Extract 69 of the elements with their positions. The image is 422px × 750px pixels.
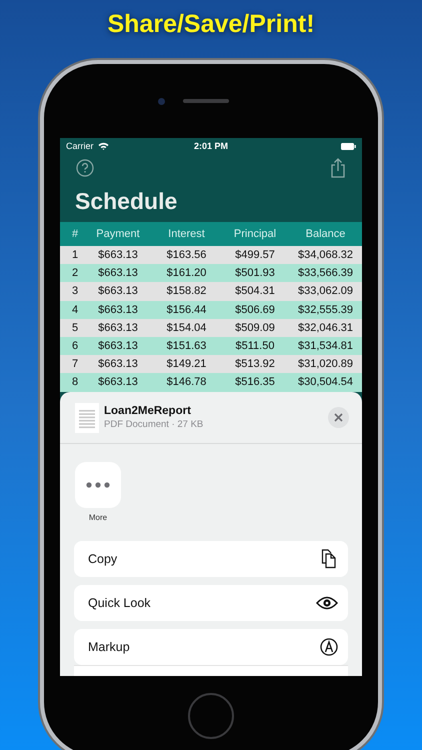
table-cell-text: $31,020.89	[296, 358, 354, 370]
carrier-label: Carrier	[66, 141, 94, 151]
table-cell-text: 4	[71, 304, 80, 316]
more-button[interactable]	[75, 462, 121, 508]
table-cell-text: $663.13	[97, 340, 139, 352]
column-header: Payment	[95, 228, 141, 240]
action-row[interactable]: Quick Look	[74, 585, 348, 621]
table-cell-text: $663.13	[97, 285, 139, 298]
table-cell-text: $663.13	[97, 304, 139, 316]
camera-icon	[158, 98, 164, 104]
copy-icon	[320, 549, 338, 569]
table-cell-text: $158.82	[166, 285, 208, 298]
table-cell-text: $663.13	[97, 358, 139, 370]
table-cell-text: $509.09	[234, 322, 276, 334]
wifi-icon	[98, 142, 109, 150]
ellipsis-icon	[86, 482, 110, 488]
table-cell-text: 3	[71, 285, 80, 298]
document-thumbnail-icon	[75, 402, 99, 432]
table-cell-text: $163.56	[166, 249, 208, 262]
column-header: Balance	[304, 228, 346, 240]
table-cell-text: $146.78	[166, 376, 208, 388]
table-cell-text: $663.13	[97, 267, 139, 280]
table-cell-text: $149.21	[166, 358, 208, 370]
table-cell-text: 2	[71, 267, 80, 280]
table-cell-text: $513.92	[234, 358, 276, 370]
table-cell-text: $663.13	[97, 249, 139, 262]
table-cell-text: $506.69	[234, 304, 276, 316]
battery-icon	[340, 142, 356, 150]
table-cell-text: $663.13	[97, 322, 139, 334]
table-cell-text: 6	[71, 340, 80, 352]
action-row[interactable]: Markup	[74, 629, 348, 665]
speaker-icon	[182, 99, 228, 103]
table-cell-text: $663.13	[97, 376, 139, 388]
eye-icon	[316, 596, 338, 610]
table-cell-text: 7	[71, 358, 80, 370]
close-button[interactable]	[328, 407, 349, 428]
close-icon	[334, 413, 343, 422]
table-cell-text: $33,062.09	[296, 285, 354, 298]
table-cell-text: $501.93	[234, 267, 276, 280]
table-cell-text: $511.50	[234, 340, 276, 352]
table-cell-text: $516.35	[234, 376, 276, 388]
status-time: 2:01 PM	[194, 141, 228, 151]
table-cell-text: 8	[71, 376, 80, 388]
table-cell-text: $151.63	[166, 340, 208, 352]
screen-title: Schedule	[74, 187, 178, 216]
app-label: More	[88, 513, 108, 522]
file-info: PDF Document · 27 KB	[104, 419, 204, 430]
table-cell-text: $32,046.31	[296, 322, 354, 334]
column-header: Interest	[167, 228, 206, 240]
column-header: Principal	[232, 228, 278, 240]
table-cell-text: 5	[71, 322, 80, 334]
markup-icon	[320, 638, 338, 656]
headline: Share/Save/Print!	[107, 9, 315, 40]
table-cell-text: $32,555.39	[296, 304, 354, 316]
table-cell-text: $31,534.81	[296, 340, 354, 352]
table-cell-text: $161.20	[166, 267, 208, 280]
table-cell-text: $33,566.39	[296, 267, 354, 280]
table-cell-text: $34,068.32	[296, 249, 354, 262]
column-header: #	[71, 228, 80, 240]
table-cell-text: $499.57	[234, 249, 276, 262]
table-cell-text: $30,504.54	[296, 376, 354, 388]
table-cell-text: $156.44	[166, 304, 208, 316]
table-cell-text: $504.31	[234, 285, 276, 298]
file-name: Loan2MeReport	[104, 405, 192, 417]
table-cell-text: 1	[71, 249, 80, 262]
share-icon[interactable]	[330, 158, 346, 178]
table-cell-text: $154.04	[166, 322, 208, 334]
help-icon[interactable]	[76, 159, 94, 177]
action-row[interactable]: Copy	[74, 541, 348, 577]
